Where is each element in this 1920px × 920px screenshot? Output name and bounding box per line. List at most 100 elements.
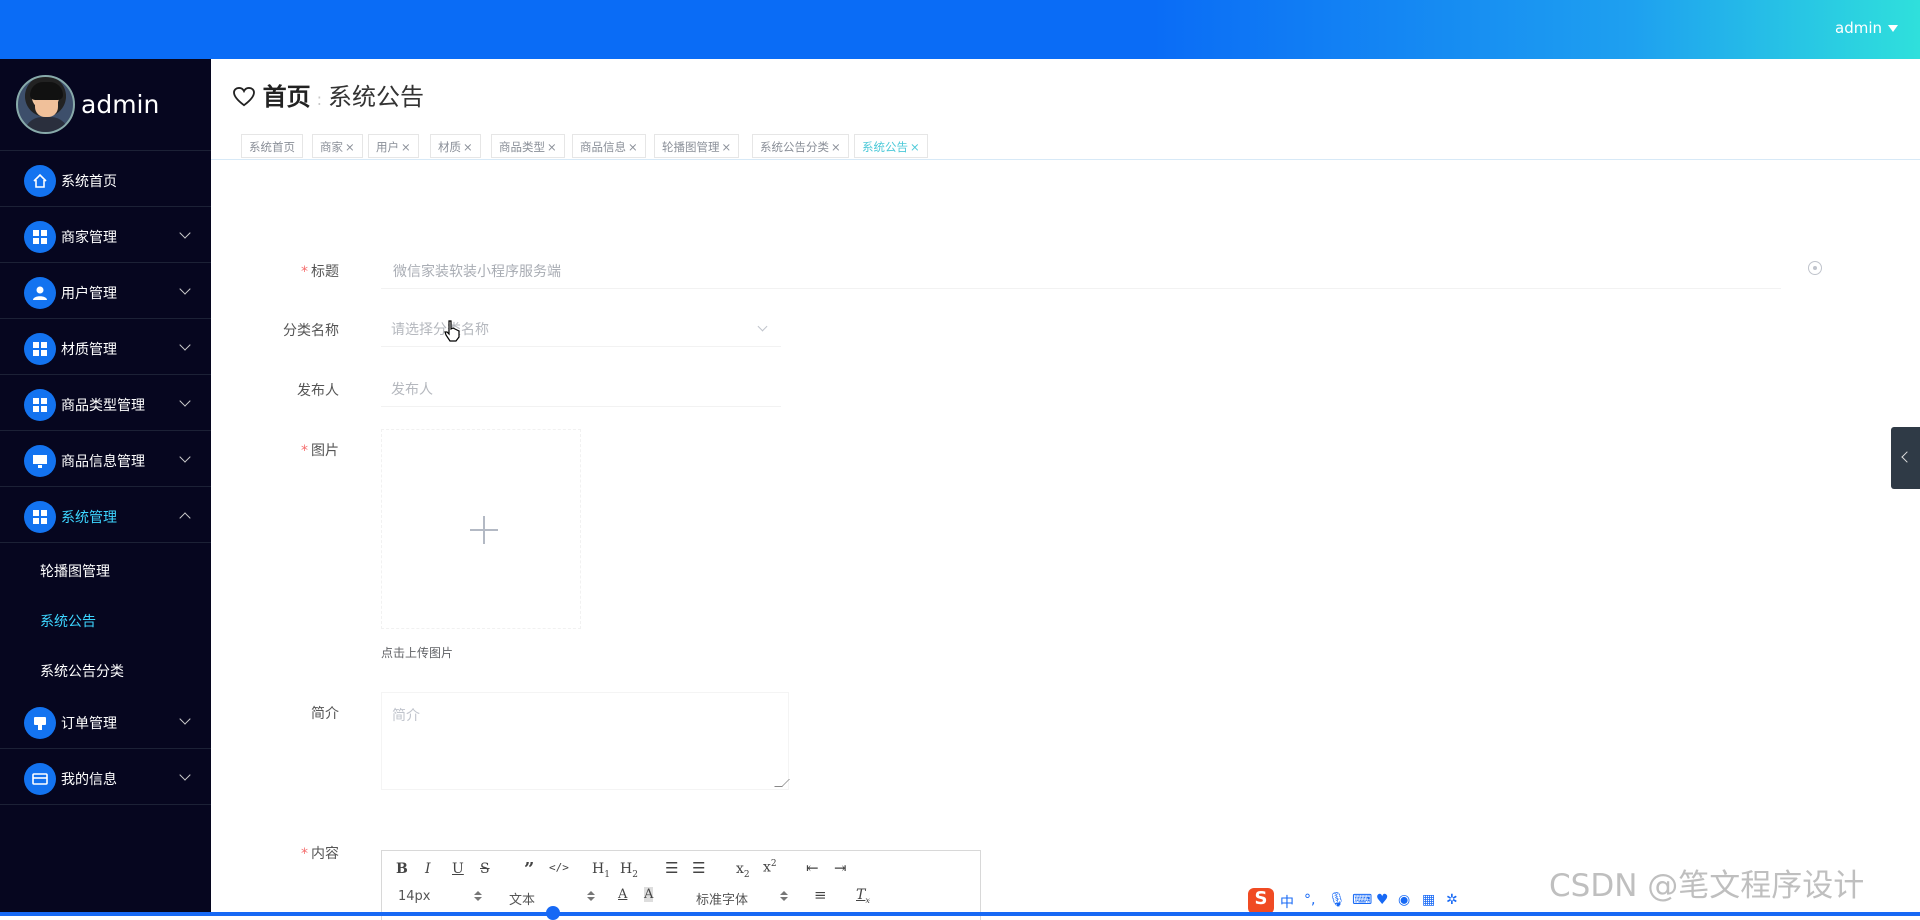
close-icon[interactable]: × (345, 140, 355, 154)
sidebar-subitem-label: 系统公告分类 (40, 664, 124, 680)
font-color-icon[interactable]: A (618, 887, 627, 902)
chevron-down-icon (179, 227, 191, 239)
upload-hint: 点击上传图片 (381, 646, 454, 660)
title-input[interactable]: 微信家装软装小程序服务端 (381, 261, 1781, 289)
align-icon[interactable]: ≡ (814, 886, 827, 904)
ime-chinese-icon[interactable]: 中 (1280, 892, 1294, 912)
close-icon[interactable]: × (547, 140, 557, 154)
tab-label: 材质 (438, 140, 461, 154)
breadcrumb-home[interactable]: 首页 (263, 83, 311, 111)
apps-icon[interactable]: ▦ (1422, 892, 1435, 908)
sogou-icon[interactable]: S (1248, 888, 1274, 914)
heading-2-icon[interactable]: H2 (620, 861, 638, 880)
publisher-input[interactable]: 发布人 (381, 379, 781, 407)
grid-icon (24, 501, 56, 533)
sidebar-item-7[interactable]: 订单管理 (0, 693, 211, 749)
sidebar-item-label: 用户管理 (61, 286, 117, 302)
intro-textarea[interactable]: 简介 (381, 692, 790, 790)
sidebar-item-label: 材质管理 (61, 342, 117, 358)
sidebar-item-label: 系统首页 (61, 174, 117, 190)
background-color-icon[interactable]: A (644, 887, 654, 902)
user-dropdown[interactable]: admin (1835, 19, 1898, 37)
quote-icon[interactable]: ” (524, 859, 534, 880)
title-label: * 标题 (301, 264, 339, 280)
sidebar-subitem-2[interactable]: 系统公告分类 (0, 643, 211, 693)
bullet-list-icon[interactable]: ☰ (692, 859, 705, 877)
microphone-icon[interactable]: 🎙 (1328, 892, 1346, 908)
sidebar-item-0[interactable]: 系统首页 (0, 151, 211, 207)
image-uploader[interactable] (381, 429, 581, 629)
ordered-list-icon[interactable]: ☰ (665, 859, 678, 877)
monitor-icon (24, 445, 56, 477)
cart-icon (24, 707, 56, 739)
tab-6[interactable]: 轮播图管理 × (654, 134, 740, 158)
rich-text-editor[interactable]: B I U S ” </> H1 H2 ☰ ☰ x2 x2 ⇤ ⇥ 14px 文… (381, 850, 981, 920)
main-content: 首页: 系统公告 系统首页 商家 × 用户 × 材质 × 商品类型 × 商品信息 × 轮播图管理 × 系统公… (211, 59, 1920, 920)
code-icon[interactable]: </> (549, 861, 569, 874)
keyboard-icon[interactable]: ⌨ (1352, 892, 1372, 908)
close-icon[interactable]: × (463, 140, 473, 154)
close-icon[interactable]: × (722, 140, 732, 154)
sidebar-item-label: 商品类型管理 (61, 398, 145, 414)
outdent-icon[interactable]: ⇤ (806, 859, 819, 877)
tab-2[interactable]: 用户 × (368, 134, 419, 158)
user-name: admin (1835, 19, 1882, 37)
heading-1-icon[interactable]: H1 (592, 861, 610, 880)
clear-format-icon[interactable]: Tx (856, 887, 870, 905)
user-icon (24, 277, 56, 309)
watermark: CSDN @笔文程序设计 (1549, 868, 1865, 904)
sidebar-item-1[interactable]: 商家管理 (0, 207, 211, 263)
card-icon (24, 763, 56, 795)
chevron-down-icon (179, 713, 191, 725)
category-select[interactable]: 请选择分类名称 (381, 319, 781, 347)
tab-0[interactable]: 系统首页 (241, 134, 303, 158)
game-icon[interactable]: ◉ (1398, 892, 1410, 908)
profile: admin (0, 59, 211, 151)
close-icon[interactable]: × (831, 140, 841, 154)
font-size-select[interactable]: 14px (398, 889, 431, 904)
sidebar-item-3[interactable]: 材质管理 (0, 319, 211, 375)
ime-punctuation-icon[interactable]: °, (1304, 892, 1315, 908)
progress-handle[interactable] (546, 906, 560, 920)
paragraph-select[interactable]: 文本 (509, 889, 535, 908)
strikethrough-icon[interactable]: S (480, 861, 490, 877)
sidebar-subitem-1[interactable]: 系统公告 (0, 593, 211, 643)
grid-icon (24, 333, 56, 365)
target-icon[interactable] (1808, 261, 1822, 275)
tab-3[interactable]: 材质 × (430, 134, 481, 158)
settings-icon[interactable]: ✲ (1446, 892, 1458, 908)
superscript-icon[interactable]: x2 (763, 859, 777, 876)
home-icon (24, 165, 56, 197)
chevron-up-icon (179, 512, 191, 524)
sidebar-item-5[interactable]: 商品信息管理 (0, 431, 211, 487)
font-family-select[interactable]: 标准字体 (696, 889, 748, 908)
tab-5[interactable]: 商品信息 × (572, 134, 646, 158)
select-arrows-icon (474, 897, 482, 901)
tab-label: 系统公告 (862, 140, 908, 154)
italic-icon[interactable]: I (425, 861, 431, 877)
chevron-down-icon (179, 283, 191, 295)
skin-icon[interactable]: ♥ (1376, 892, 1389, 908)
close-icon[interactable]: × (401, 140, 411, 154)
tab-8[interactable]: 系统公告 × (854, 134, 928, 158)
tab-7[interactable]: 系统公告分类 × (752, 134, 849, 158)
tab-1[interactable]: 商家 × (312, 134, 363, 158)
underline-icon[interactable]: U (452, 861, 464, 877)
tab-4[interactable]: 商品类型 × (491, 134, 565, 158)
resize-handle-icon[interactable] (774, 779, 790, 787)
sidebar-item-6[interactable]: 系统管理 (0, 487, 211, 543)
chevron-down-icon (179, 395, 191, 407)
bold-icon[interactable]: B (396, 861, 408, 877)
sidebar-item-8[interactable]: 我的信息 (0, 749, 211, 805)
subscript-icon[interactable]: x2 (736, 861, 750, 880)
indent-icon[interactable]: ⇥ (834, 859, 847, 877)
close-icon[interactable]: × (628, 140, 638, 154)
sidebar-item-2[interactable]: 用户管理 (0, 263, 211, 319)
tab-label: 商家 (320, 140, 343, 154)
profile-name: admin (81, 90, 160, 119)
drawer-toggle[interactable] (1891, 427, 1920, 489)
close-icon[interactable]: × (910, 140, 920, 154)
sidebar-item-4[interactable]: 商品类型管理 (0, 375, 211, 431)
sidebar-subitem-0[interactable]: 轮播图管理 (0, 543, 211, 593)
sidebar: admin 系统首页商家管理用户管理材质管理商品类型管理商品信息管理 系统管理 轮播… (0, 59, 211, 916)
